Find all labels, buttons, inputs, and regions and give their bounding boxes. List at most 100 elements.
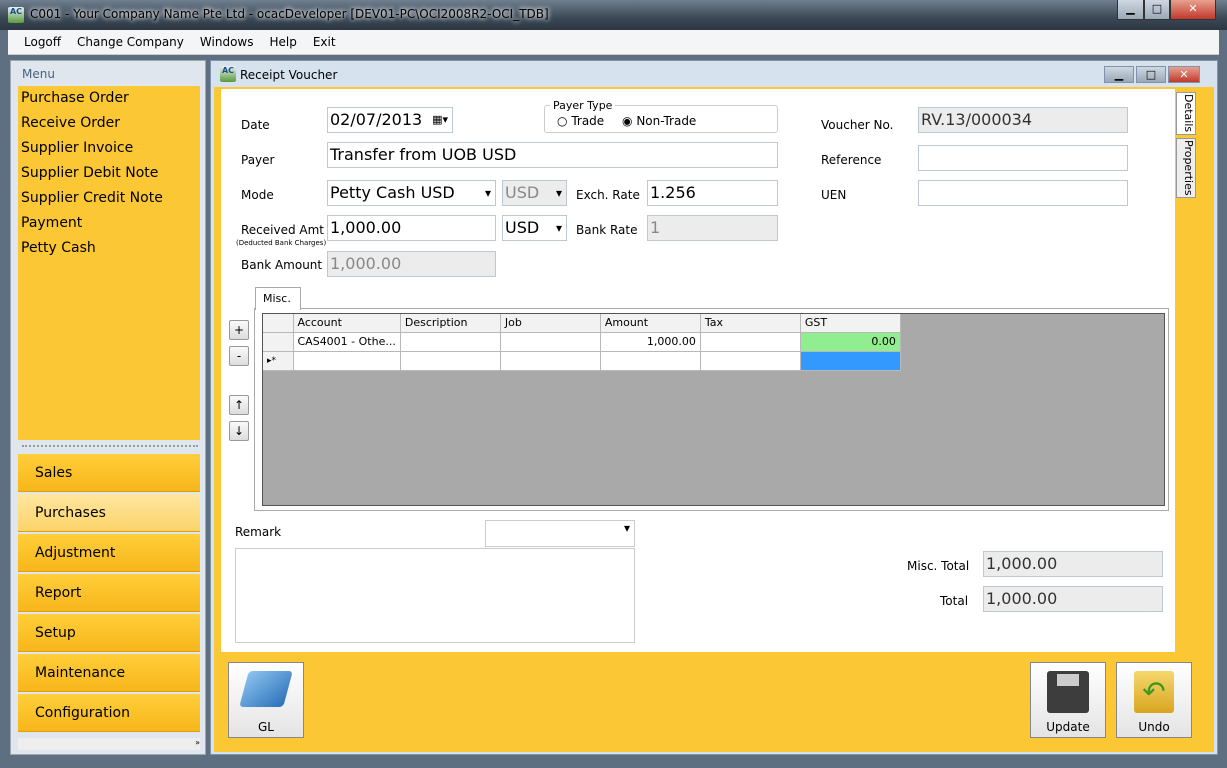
menu-header: Menu: [22, 67, 55, 81]
cell-job[interactable]: [500, 332, 601, 352]
menu-logoff[interactable]: Logoff: [16, 30, 69, 55]
nav-purchases[interactable]: Purchases: [18, 494, 200, 532]
reference-label: Reference: [821, 153, 882, 167]
cell-description[interactable]: [400, 332, 501, 352]
move-down-button[interactable]: ↓: [229, 421, 249, 441]
save-disk-icon: [1047, 671, 1089, 713]
close-button[interactable]: ✕: [1170, 0, 1216, 20]
minimize-button[interactable]: ▁: [1117, 0, 1144, 20]
tab-misc[interactable]: Misc.: [255, 287, 301, 310]
payer-label: Payer: [241, 153, 275, 167]
received-amt-sublabel: (Deducted Bank Charges): [236, 239, 327, 247]
menu-item-payment[interactable]: Payment: [18, 211, 200, 236]
column-header[interactable]: Amount: [600, 314, 701, 333]
misc-total-field: 1,000.00: [983, 551, 1163, 577]
mode-currency-select: USD: [502, 180, 567, 206]
nav-report[interactable]: Report: [18, 574, 200, 612]
mode-select[interactable]: Petty Cash USD: [327, 180, 496, 206]
move-up-button[interactable]: ↑: [229, 395, 249, 415]
cell-gst[interactable]: 0.00: [800, 332, 901, 352]
bank-amount-field: 1,000.00: [327, 251, 496, 277]
nav-maintenance[interactable]: Maintenance: [18, 654, 200, 692]
date-value: 02/07/2013: [330, 110, 423, 129]
payer-field[interactable]: Transfer from UOB USD: [327, 142, 778, 168]
overflow-chevron-icon[interactable]: »: [18, 738, 200, 750]
cell-tax[interactable]: [700, 332, 801, 352]
menu-exit[interactable]: Exit: [305, 30, 344, 55]
cell-amount[interactable]: 1,000.00: [600, 332, 701, 352]
uen-label: UEN: [821, 188, 847, 202]
remark-textarea[interactable]: [235, 548, 635, 643]
add-row-button[interactable]: +: [229, 320, 249, 340]
menu-change-company[interactable]: Change Company: [69, 30, 192, 55]
cell-tax[interactable]: [700, 351, 801, 371]
received-amt-field[interactable]: 1,000.00: [327, 215, 496, 241]
radio-trade[interactable]: ○ Trade: [557, 114, 604, 128]
nav-setup[interactable]: Setup: [18, 614, 200, 652]
remove-row-button[interactable]: -: [229, 346, 249, 366]
date-label: Date: [241, 118, 270, 132]
menu-item-petty-cash[interactable]: Petty Cash: [18, 236, 200, 261]
voucher-label: Voucher No.: [821, 118, 894, 132]
nav-adjustment[interactable]: Adjustment: [18, 534, 200, 572]
splitter[interactable]: [22, 445, 198, 447]
book-icon: [239, 671, 293, 707]
row-header-corner: [263, 314, 294, 333]
nav-configuration[interactable]: Configuration: [18, 694, 200, 732]
cell-gst-selected[interactable]: [800, 351, 901, 371]
undo-folder-icon: ↶: [1134, 671, 1174, 713]
column-header[interactable]: Job: [500, 314, 601, 333]
calendar-icon[interactable]: ▦▾: [432, 108, 448, 132]
column-header[interactable]: Description: [400, 314, 501, 333]
form-close-button[interactable]: ✕: [1168, 66, 1200, 83]
total-field: 1,000.00: [983, 586, 1163, 612]
gl-button[interactable]: GL: [228, 662, 304, 738]
form-logo-icon: AC: [220, 66, 236, 82]
misc-total-label: Misc. Total: [907, 559, 970, 573]
radio-non-trade[interactable]: ◉ Non-Trade: [622, 114, 696, 128]
cell-amount[interactable]: [600, 351, 701, 371]
window-title: C001 - Your Company Name Pte Ltd - ocacD…: [30, 7, 549, 21]
bank-rate-label: Bank Rate: [576, 223, 638, 237]
reference-field[interactable]: [918, 145, 1128, 171]
menu-item-supplier-debit-note[interactable]: Supplier Debit Note: [18, 161, 200, 186]
tab-properties[interactable]: Properties: [1176, 138, 1196, 198]
cell-description[interactable]: [400, 351, 501, 371]
undo-label: Undo: [1138, 720, 1170, 734]
new-row[interactable]: ▸*: [263, 351, 901, 371]
menu-item-supplier-credit-note[interactable]: Supplier Credit Note: [18, 186, 200, 211]
column-header[interactable]: GST: [800, 314, 901, 333]
cell-account[interactable]: [293, 351, 401, 371]
received-currency-select[interactable]: USD: [502, 215, 567, 241]
uen-field[interactable]: [918, 180, 1128, 206]
table-row[interactable]: CAS4001 - Othe... 1,000.00 0.00: [263, 332, 901, 352]
date-field[interactable]: 02/07/2013 ▦▾: [327, 107, 453, 133]
radio-checked-icon: ◉: [622, 114, 633, 128]
tab-details[interactable]: Details: [1176, 92, 1196, 135]
menu-item-receive-order[interactable]: Receive Order: [18, 111, 200, 136]
column-header[interactable]: Account: [293, 314, 401, 333]
menu-windows[interactable]: Windows: [192, 30, 262, 55]
cell-account[interactable]: CAS4001 - Othe...: [293, 332, 401, 352]
undo-button[interactable]: ↶ Undo: [1116, 662, 1192, 738]
column-header[interactable]: Tax: [700, 314, 801, 333]
bank-rate-field: 1: [647, 215, 778, 241]
menu-item-supplier-invoice[interactable]: Supplier Invoice: [18, 136, 200, 161]
cell-job[interactable]: [500, 351, 601, 371]
radio-trade-label: Trade: [571, 114, 605, 128]
payer-type-label: Payer Type: [550, 99, 616, 112]
menu-item-purchase-order[interactable]: Purchase Order: [18, 86, 200, 111]
nav-sales[interactable]: Sales: [18, 454, 200, 492]
row-header[interactable]: [263, 332, 294, 352]
menu-help[interactable]: Help: [261, 30, 304, 55]
new-row-marker-icon: ▸*: [263, 351, 294, 371]
bank-amount-label: Bank Amount: [241, 258, 323, 272]
exch-rate-label: Exch. Rate: [576, 188, 640, 202]
form-minimize-button[interactable]: ▁: [1104, 66, 1134, 83]
exch-rate-field[interactable]: 1.256: [647, 180, 778, 206]
remark-template-select[interactable]: [485, 520, 635, 547]
voucher-field: RV.13/000034: [918, 107, 1128, 133]
update-button[interactable]: Update: [1030, 662, 1106, 738]
form-maximize-button[interactable]: □: [1136, 66, 1166, 83]
maximize-button[interactable]: □: [1144, 0, 1170, 20]
